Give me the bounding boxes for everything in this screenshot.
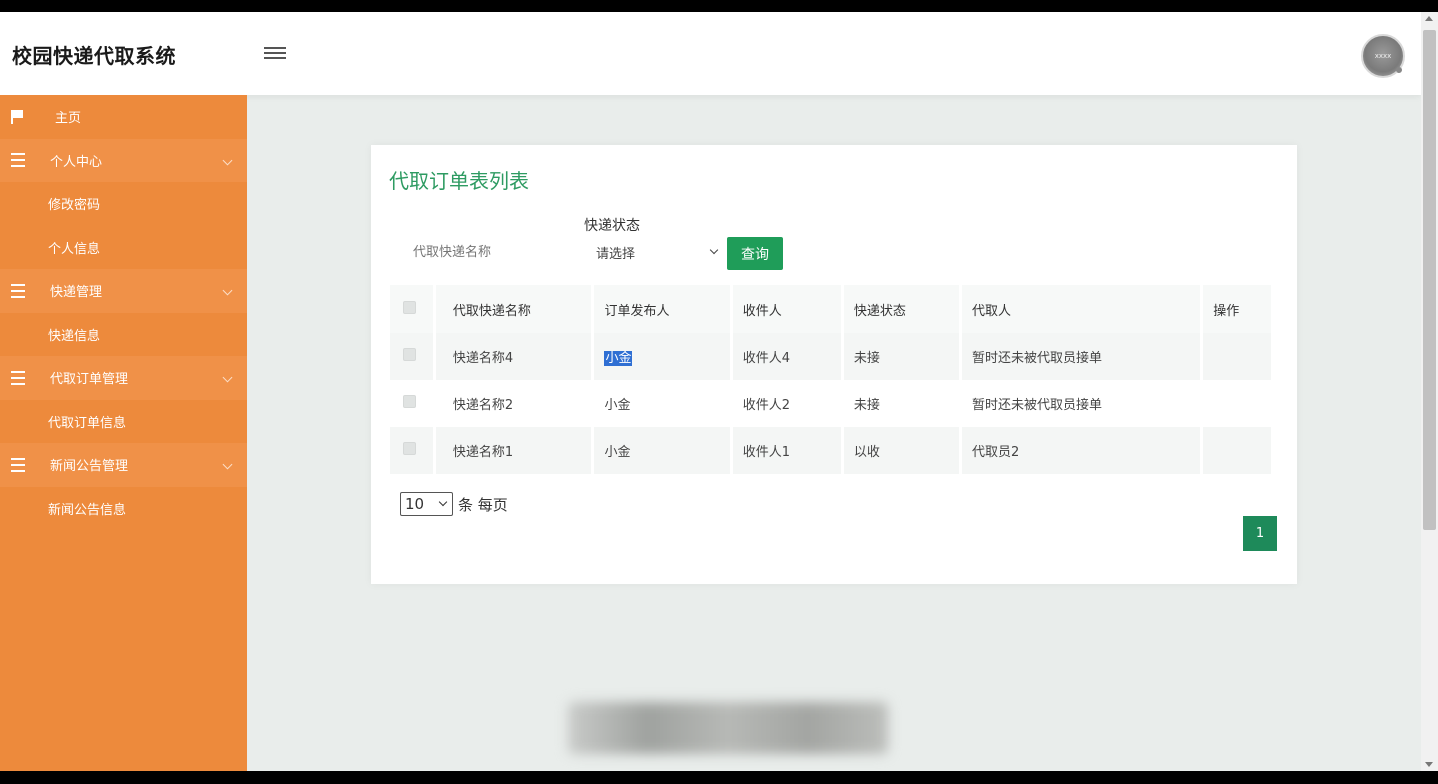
chevron-down-icon — [222, 285, 233, 296]
column-header[interactable]: 代取人 — [960, 285, 1204, 333]
sidebar-item-personal-center[interactable]: 个人中心 — [0, 138, 247, 182]
list-icon — [11, 370, 25, 385]
page-size-value: 10 — [405, 495, 425, 513]
table-row[interactable]: 快递名称2 小金 收件人2 未接 暂时还未被代取员接单 — [390, 380, 1274, 427]
blurred-overlay — [568, 702, 888, 754]
sidebar-item-order-management[interactable]: 代取订单管理 — [0, 356, 247, 400]
sidebar-item-label: 新闻公告信息 — [48, 502, 127, 518]
chevron-down-icon — [438, 497, 448, 507]
column-header: 操作 — [1201, 285, 1274, 333]
sidebar-item-news-info[interactable]: 新闻公告信息 — [0, 487, 247, 531]
page-button-current[interactable]: 1 — [1243, 516, 1277, 551]
query-button[interactable]: 查询 — [727, 237, 783, 270]
cell-name: 快递名称4 — [434, 333, 595, 380]
cell-status: 未接 — [842, 333, 962, 380]
sidebar-item-label: 代取订单管理 — [50, 372, 129, 388]
sidebar-item-express-info[interactable]: 快递信息 — [0, 313, 247, 357]
cell-name: 快递名称1 — [434, 427, 595, 474]
sidebar-item-label: 个人信息 — [48, 241, 101, 257]
cell-status: 未接 — [842, 380, 962, 427]
row-select-cell — [390, 427, 436, 474]
order-table: 代取快递名称 订单发布人 收件人 快递状态 代取人 操作 快递名称4 小金 收件… — [390, 285, 1274, 474]
column-header[interactable]: 订单发布人 — [592, 285, 733, 333]
table-row[interactable]: 快递名称4 小金 收件人4 未接 暂时还未被代取员接单 — [390, 333, 1274, 380]
cell-actions — [1201, 427, 1274, 474]
sidebar-item-order-info[interactable]: 代取订单信息 — [0, 400, 247, 444]
menu-toggle-icon[interactable] — [264, 44, 286, 62]
status-filter-value: 请选择 — [596, 247, 636, 262]
per-page-label: 条 每页 — [458, 495, 508, 514]
cell-status: 以收 — [842, 427, 962, 474]
status-filter-label: 快递状态 — [584, 218, 640, 234]
search-input[interactable] — [391, 236, 571, 268]
column-header[interactable]: 代取快递名称 — [434, 285, 595, 333]
avatar-dropdown-icon[interactable] — [1396, 67, 1402, 73]
page-size-select[interactable]: 10 — [400, 492, 453, 516]
cell-publisher: 小金 — [592, 380, 733, 427]
row-checkbox[interactable] — [403, 348, 416, 361]
cell-name: 快递名称2 — [434, 380, 595, 427]
cell-courier: 代取员2 — [960, 427, 1204, 474]
cell-publisher: 小金 — [592, 427, 733, 474]
sidebar-item-news-management[interactable]: 新闻公告管理 — [0, 443, 247, 487]
sidebar-item-label: 快递管理 — [50, 285, 103, 301]
sidebar-item-label: 个人中心 — [50, 154, 103, 170]
app-frame: 校园快递代取系统 xxxx 主页 个人中心 修改密码 个人信息 快递管理 快递信… — [0, 12, 1421, 771]
cell-courier: 暂时还未被代取员接单 — [960, 380, 1204, 427]
sidebar-item-label: 代取订单信息 — [48, 415, 127, 431]
vertical-scrollbar[interactable] — [1421, 12, 1438, 771]
sidebar-item-personal-info[interactable]: 个人信息 — [0, 226, 247, 270]
table-row[interactable]: 快递名称1 小金 收件人1 以收 代取员2 — [390, 427, 1274, 474]
cell-recipient: 收件人4 — [731, 333, 844, 380]
row-checkbox[interactable] — [403, 395, 416, 408]
select-all-checkbox[interactable] — [403, 300, 416, 314]
chevron-down-icon — [222, 459, 233, 470]
sidebar-item-label: 新闻公告管理 — [50, 459, 129, 475]
row-select-cell — [390, 333, 436, 380]
sidebar-item-label: 修改密码 — [48, 198, 101, 214]
top-bar: 校园快递代取系统 xxxx — [0, 12, 1421, 95]
select-all-cell — [390, 285, 436, 333]
sidebar-item-express-management[interactable]: 快递管理 — [0, 269, 247, 313]
chevron-down-icon — [709, 245, 719, 255]
status-filter-select[interactable]: 请选择 — [583, 238, 723, 266]
scroll-thumb[interactable] — [1423, 30, 1436, 530]
chevron-down-icon — [222, 372, 233, 383]
sidebar-item-home[interactable]: 主页 — [0, 95, 247, 139]
column-header[interactable]: 快递状态 — [842, 285, 962, 333]
selected-text: 小金 — [604, 351, 633, 366]
sidebar-item-label: 快递信息 — [48, 328, 101, 344]
sidebar-item-label: 主页 — [55, 111, 82, 127]
list-icon — [11, 283, 25, 298]
cell-actions — [1201, 380, 1274, 427]
sidebar: 主页 个人中心 修改密码 个人信息 快递管理 快递信息 代取订单管理 代取订单信… — [0, 95, 247, 771]
cell-courier: 暂时还未被代取员接单 — [960, 333, 1204, 380]
scroll-up-icon[interactable] — [1425, 16, 1433, 21]
list-icon — [11, 457, 25, 472]
chevron-down-icon — [222, 155, 233, 165]
cell-recipient: 收件人2 — [731, 380, 844, 427]
page-size-control: 10 条 每页 — [400, 492, 508, 516]
page-title: 代取订单表列表 — [389, 169, 529, 193]
app-title: 校园快递代取系统 — [12, 44, 176, 68]
cell-recipient: 收件人1 — [731, 427, 844, 474]
list-icon — [11, 153, 25, 168]
column-header[interactable]: 收件人 — [731, 285, 844, 333]
cell-actions — [1201, 333, 1274, 380]
row-select-cell — [390, 380, 436, 427]
row-checkbox[interactable] — [403, 442, 416, 455]
flag-icon — [11, 109, 23, 124]
scroll-down-icon[interactable] — [1425, 762, 1433, 767]
order-list-card: 代取订单表列表 快递状态 请选择 查询 代取快递名称 订单发布人 收件人 快递状… — [371, 145, 1297, 584]
sidebar-item-change-password[interactable]: 修改密码 — [0, 182, 247, 226]
table-header-row: 代取快递名称 订单发布人 收件人 快递状态 代取人 操作 — [390, 285, 1274, 333]
cell-publisher: 小金 — [592, 333, 733, 380]
